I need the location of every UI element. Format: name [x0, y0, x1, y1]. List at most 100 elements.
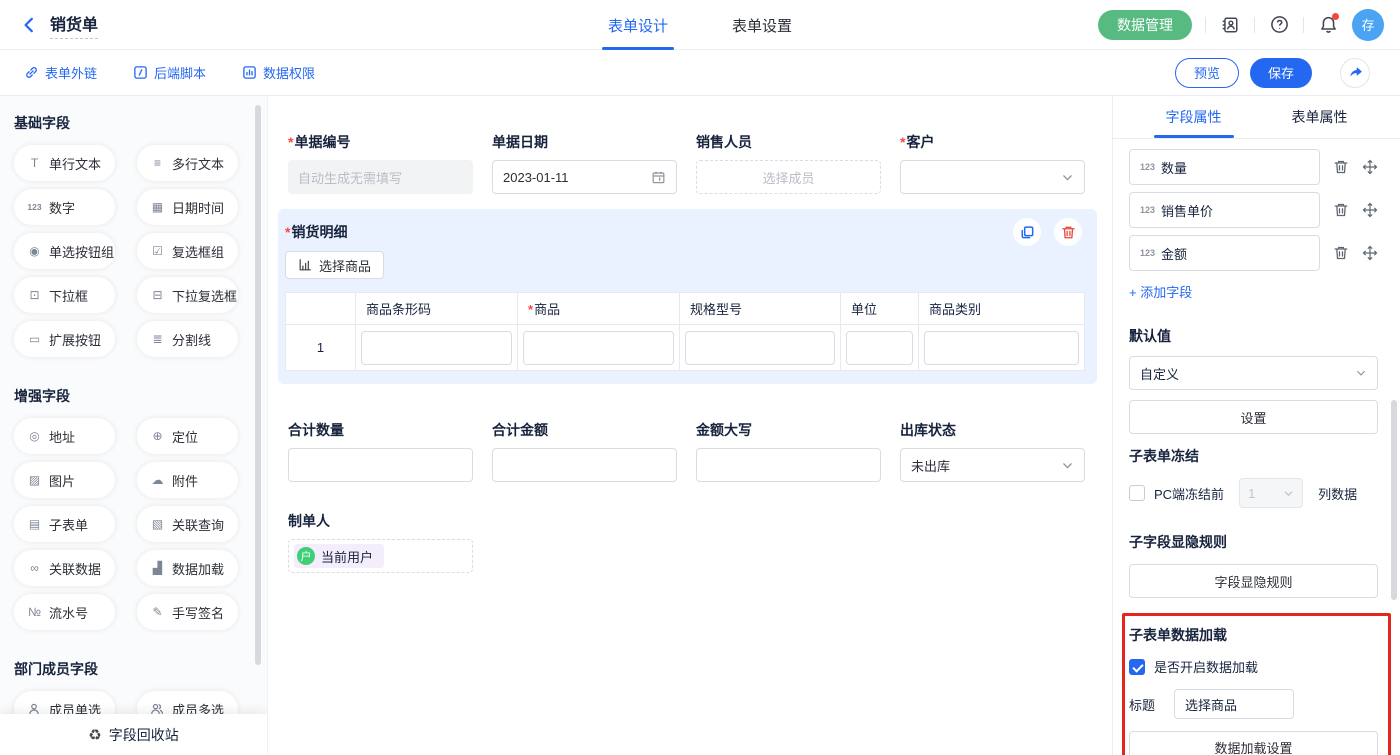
creator-input[interactable]: 户 当前用户 — [288, 539, 473, 573]
sidebar-item-dropdown[interactable]: ⊡下拉框 — [14, 277, 115, 313]
number-type-icon: 123 — [1140, 248, 1155, 258]
dropdown-icon: ⊡ — [27, 289, 42, 301]
sidebar-item-label: 复选框组 — [172, 242, 224, 261]
select-product-button[interactable]: 选择商品 — [285, 251, 384, 279]
move-subfield-handle[interactable] — [1362, 202, 1378, 218]
user-avatar[interactable]: 存 — [1352, 9, 1384, 41]
help-icon[interactable] — [1268, 14, 1290, 36]
default-value-select[interactable]: 自定义 — [1129, 356, 1378, 390]
sidebar-item-single-line-text[interactable]: T单行文本 — [14, 145, 115, 181]
sidebar-item-radio-group[interactable]: ◉单选按钮组 — [14, 233, 115, 269]
sidebar-item-address[interactable]: ◎地址 — [14, 418, 115, 454]
tab-form-settings[interactable]: 表单设置 — [732, 0, 792, 50]
back-button[interactable] — [18, 14, 40, 36]
field-creator[interactable]: 制单人 户 当前用户 — [288, 511, 1112, 573]
sidebar-item-attachment[interactable]: ☁附件 — [137, 462, 238, 498]
field-label: 客户 — [906, 132, 934, 152]
add-field-link[interactable]: + 添加字段 — [1129, 282, 1192, 301]
sidebar-item-related-query[interactable]: ▧关联查询 — [137, 506, 238, 542]
share-arrow-icon — [1348, 65, 1363, 80]
sidebar-item-related-data[interactable]: ∞关联数据 — [14, 550, 115, 586]
delete-subfield-button[interactable] — [1333, 202, 1349, 218]
freeze-count-select[interactable]: 1 — [1239, 478, 1303, 508]
data-load-settings-button[interactable]: 数据加载设置 — [1129, 731, 1378, 755]
sidebar-item-checkbox-group[interactable]: ☑复选框组 — [137, 233, 238, 269]
sidebar-item-multi-line-text[interactable]: ≡多行文本 — [137, 145, 238, 181]
field-salesperson[interactable]: 销售人员 选择成员 — [696, 132, 881, 194]
freeze-text-post: 列数据 — [1318, 484, 1357, 503]
divider — [1205, 17, 1206, 33]
address-book-icon[interactable] — [1219, 14, 1241, 36]
sidebar-item-subform[interactable]: ▤子表单 — [14, 506, 115, 542]
field-recycle-bin[interactable]: ♻ 字段回收站 — [0, 714, 267, 755]
notification-bell-icon[interactable] — [1317, 14, 1339, 36]
external-link-button[interactable]: 表单外链 — [24, 63, 97, 82]
default-value-set-button[interactable]: 设置 — [1129, 400, 1378, 434]
single-line-text-icon: T — [27, 157, 42, 169]
column-header-product: *商品 — [518, 293, 680, 325]
data-permission-button[interactable]: 数据权限 — [242, 63, 315, 82]
field-total-amount[interactable]: 合计金额 — [492, 420, 677, 482]
total-amount-input[interactable] — [492, 448, 677, 482]
column-header-barcode: 商品条形码 — [356, 293, 518, 325]
field-customer[interactable]: *客户 — [900, 132, 1085, 194]
field-doc-date[interactable]: 单据日期 2023-01-11 — [492, 132, 677, 194]
move-subfield-handle[interactable] — [1362, 245, 1378, 261]
product-cell-input[interactable] — [523, 331, 674, 365]
subfield-input[interactable]: 123销售单价 — [1129, 192, 1320, 228]
move-subfield-handle[interactable] — [1362, 159, 1378, 175]
tab-form-design[interactable]: 表单设计 — [608, 0, 668, 50]
doc-date-input[interactable]: 2023-01-11 — [492, 160, 677, 194]
sidebar-item-serial-number[interactable]: №流水号 — [14, 594, 115, 630]
tab-field-properties[interactable]: 字段属性 — [1166, 96, 1222, 138]
amount-words-input[interactable] — [696, 448, 881, 482]
backend-script-button[interactable]: 后端脚本 — [133, 63, 206, 82]
barcode-cell-input[interactable] — [361, 331, 512, 365]
move-icon — [1362, 159, 1378, 175]
customer-select[interactable] — [900, 160, 1085, 194]
salesperson-placeholder: 选择成员 — [762, 168, 814, 187]
backend-script-label: 后端脚本 — [154, 63, 206, 82]
sidebar-item-signature[interactable]: ✎手写签名 — [137, 594, 238, 630]
data-load-icon: ▟ — [150, 562, 165, 574]
panel-scrollbar[interactable] — [1391, 400, 1397, 600]
sidebar-item-data-load[interactable]: ▟数据加载 — [137, 550, 238, 586]
doc-number-input[interactable]: 自动生成无需填写 — [288, 160, 473, 194]
delete-subfield-button[interactable] — [1333, 245, 1349, 261]
sidebar-item-image[interactable]: ▨图片 — [14, 462, 115, 498]
delete-subfield-button[interactable] — [1333, 159, 1349, 175]
tab-form-properties[interactable]: 表单属性 — [1292, 96, 1348, 138]
data-load-title-input[interactable]: 选择商品 — [1174, 689, 1294, 719]
field-amount-words[interactable]: 金额大写 — [696, 420, 881, 482]
data-load-checkbox[interactable] — [1129, 659, 1145, 675]
freeze-checkbox[interactable] — [1129, 485, 1145, 501]
spec-cell-input[interactable] — [685, 331, 835, 365]
salesperson-input[interactable]: 选择成员 — [696, 160, 881, 194]
data-load-title-label: 标题 — [1129, 695, 1155, 714]
subform-sales-detail[interactable]: *销货明细 选择商品 商品条形码 *商品 — [278, 209, 1097, 384]
data-manage-button[interactable]: 数据管理 — [1098, 10, 1192, 40]
field-doc-number[interactable]: *单据编号 自动生成无需填写 — [288, 132, 473, 194]
sidebar-item-datetime[interactable]: ▦日期时间 — [137, 189, 238, 225]
sidebar-item-divider-line[interactable]: ≣分割线 — [137, 321, 238, 357]
delete-subform-button[interactable] — [1054, 218, 1082, 246]
preview-button[interactable]: 预览 — [1175, 58, 1239, 88]
visibility-rules-button[interactable]: 字段显隐规则 — [1129, 564, 1378, 598]
save-button[interactable]: 保存 — [1250, 58, 1312, 88]
subfield-input[interactable]: 123数量 — [1129, 149, 1320, 185]
stock-status-select[interactable]: 未出库 — [900, 448, 1085, 482]
category-cell-input[interactable] — [924, 331, 1079, 365]
sidebar-item-number[interactable]: 123数字 — [14, 189, 115, 225]
total-qty-input[interactable] — [288, 448, 473, 482]
duplicate-subform-button[interactable] — [1013, 218, 1041, 246]
subfield-input[interactable]: 123金额 — [1129, 235, 1320, 271]
sidebar-item-location[interactable]: ⊕定位 — [137, 418, 238, 454]
sidebar-scrollbar[interactable] — [255, 105, 261, 665]
unit-cell-input[interactable] — [846, 331, 913, 365]
share-button[interactable] — [1340, 58, 1370, 88]
serial-number-icon: № — [27, 606, 42, 618]
field-stock-status[interactable]: 出库状态 未出库 — [900, 420, 1085, 482]
sidebar-item-extend-button[interactable]: ▭扩展按钮 — [14, 321, 115, 357]
field-total-qty[interactable]: 合计数量 — [288, 420, 473, 482]
sidebar-item-dropdown-multi[interactable]: ⊟下拉复选框 — [137, 277, 238, 313]
